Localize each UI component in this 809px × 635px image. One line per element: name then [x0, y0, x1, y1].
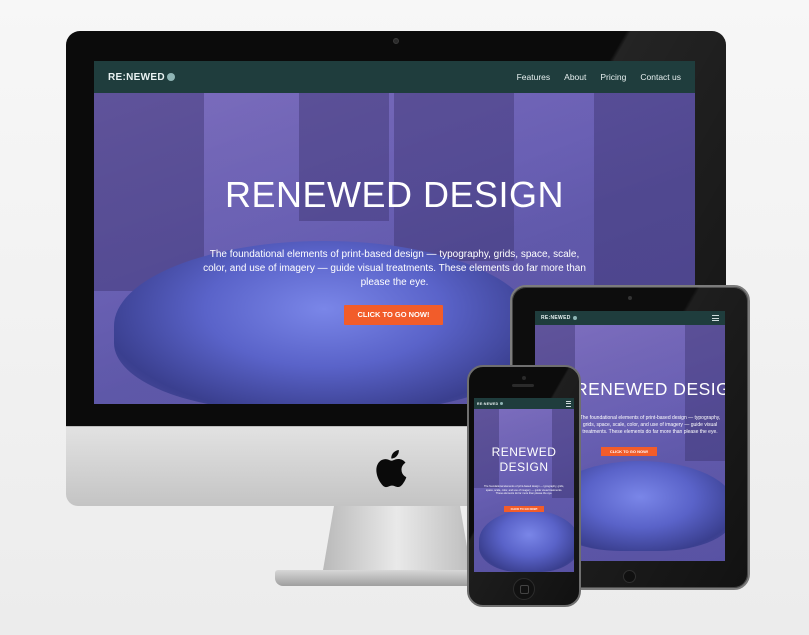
top-navigation-bar: RE:NEWED: [474, 398, 574, 409]
car-shape: [479, 510, 574, 572]
iphone-speaker: [512, 384, 534, 387]
site-logo[interactable]: RE:NEWED: [477, 401, 504, 406]
cta-button[interactable]: CLICK TO GO NOW!: [504, 506, 544, 512]
iphone-home-button: [513, 578, 535, 600]
imac-camera: [393, 38, 399, 44]
iphone-camera: [522, 376, 526, 380]
cta-button[interactable]: CLICK TO GO NOW!: [601, 447, 657, 456]
ipad-camera: [628, 296, 632, 300]
nav-link-contact[interactable]: Contact us: [640, 72, 681, 82]
device-mockup-stage: RE:NEWED Features About Pricing Contact …: [0, 0, 809, 635]
hamburger-menu-icon[interactable]: [566, 400, 571, 407]
logo-mark-icon: [500, 402, 504, 405]
hero-title: RENEWED DESIGN: [224, 174, 565, 215]
hero-description: The foundational elements of print-based…: [203, 249, 586, 288]
hero-title: RENEWED DESIGN: [575, 379, 725, 399]
hero-title: RENEWED DESIGN: [491, 445, 557, 474]
imac-stand-neck: [322, 506, 472, 576]
logo-text: RE:NEWED: [477, 401, 499, 406]
top-navigation-bar: RE:NEWED Features About Pricing Contact …: [94, 61, 695, 93]
logo-mark-icon: [166, 73, 175, 81]
cta-button[interactable]: CLICK TO GO NOW!: [344, 305, 443, 325]
top-navigation-bar: RE:NEWED: [535, 311, 725, 325]
logo-mark-icon: [572, 316, 577, 320]
hamburger-menu-icon[interactable]: [712, 315, 719, 321]
site-logo[interactable]: RE:NEWED: [108, 72, 175, 83]
nav-link-pricing[interactable]: Pricing: [600, 72, 626, 82]
logo-text: RE:NEWED: [108, 71, 165, 83]
iphone-screen: RE:NEWED RENEWED DESIGN The foundational…: [474, 398, 574, 572]
logo-text: RE:NEWED: [541, 315, 571, 321]
ipad-home-button: [623, 570, 636, 583]
hero-description: The foundational elements of print-based…: [579, 415, 721, 435]
nav-links: Features About Pricing Contact us: [517, 72, 681, 82]
nav-link-about[interactable]: About: [564, 72, 586, 82]
nav-link-features[interactable]: Features: [517, 72, 551, 82]
apple-logo-icon: [376, 450, 407, 488]
hero-description: The foundational elements of print-based…: [484, 485, 564, 496]
site-logo[interactable]: RE:NEWED: [541, 315, 577, 321]
